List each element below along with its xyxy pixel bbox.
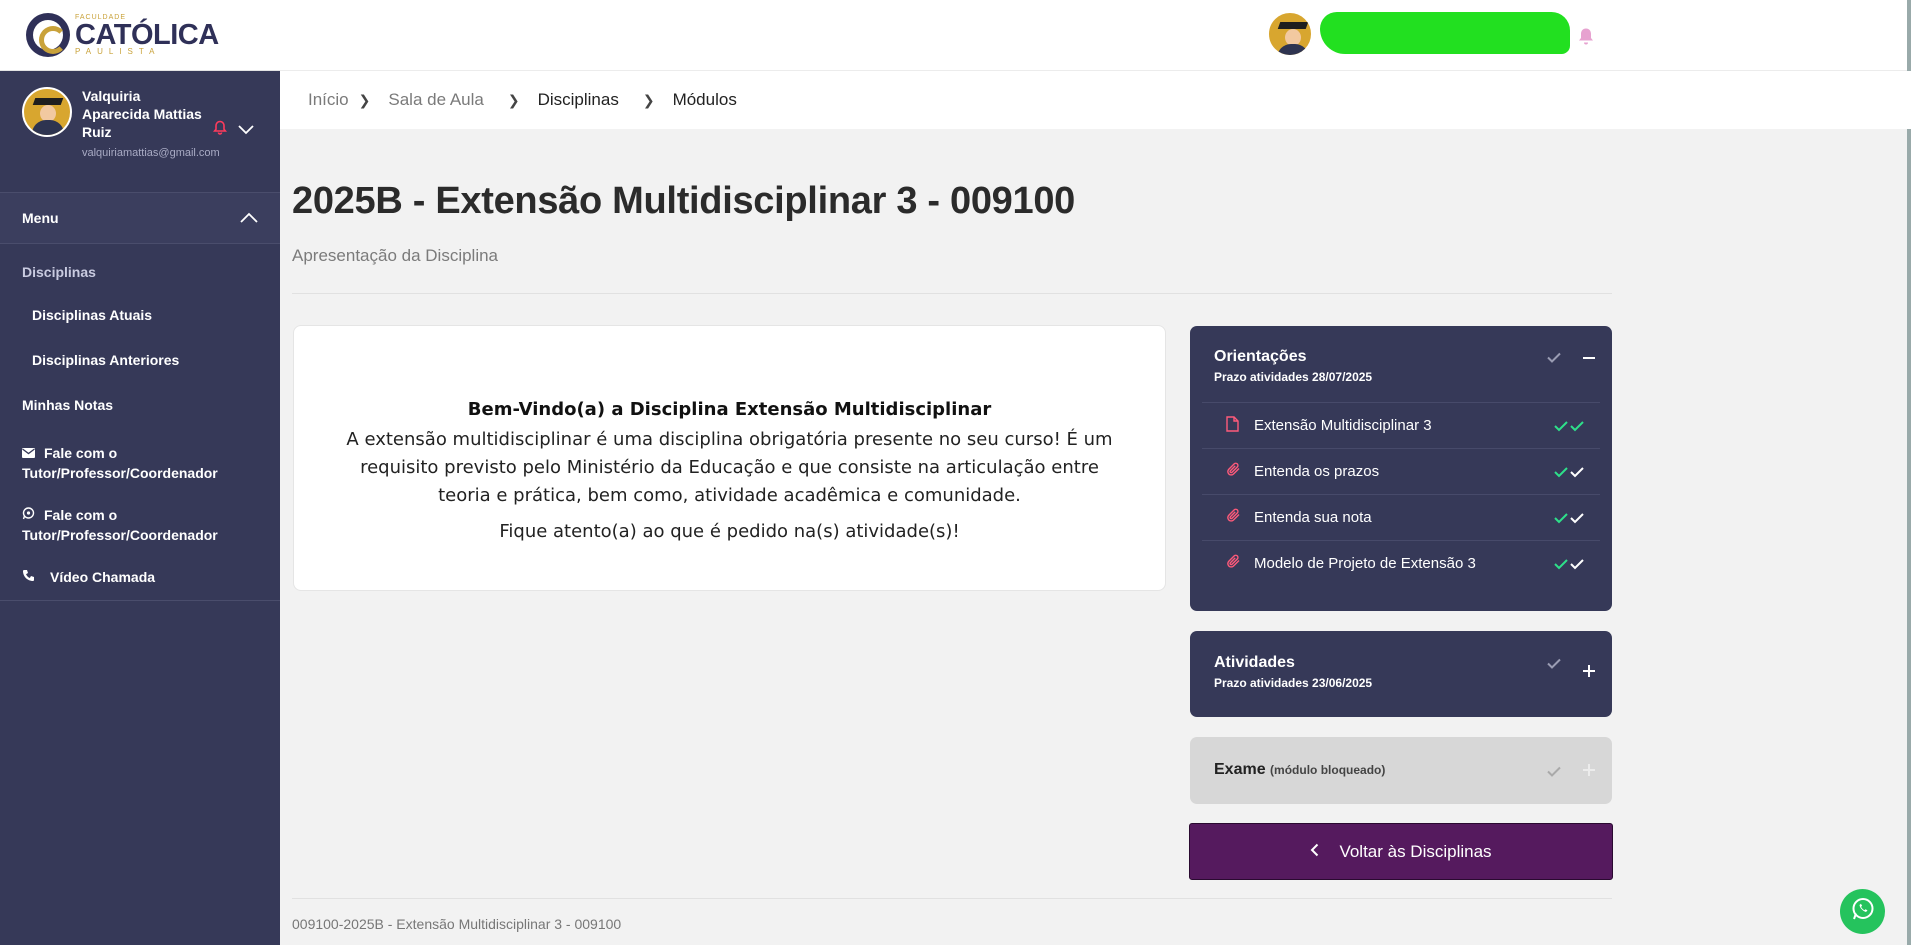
double-check-icon: [1554, 420, 1586, 432]
sidebar-item-minhas-notas[interactable]: Minhas Notas: [0, 395, 280, 415]
chevron-right-icon: ❯: [507, 91, 520, 108]
sidebar-item-label: Disciplinas Anteriores: [32, 352, 180, 368]
breadcrumb: Início ❯ Sala de Aula ❯ Disciplinas ❯ Mó…: [280, 71, 1911, 129]
paperclip-icon: [1226, 508, 1242, 527]
file-icon: [1226, 415, 1242, 436]
collapse-minus-icon[interactable]: [1582, 351, 1596, 370]
module-item[interactable]: Entenda os prazos: [1202, 448, 1600, 494]
footer-divider: [292, 898, 1612, 899]
welcome-note: Fique atento(a) ao que é pedido na(s) at…: [499, 521, 960, 542]
footer-text: 009100-2025B - Extensão Multidisciplinar…: [292, 916, 622, 932]
user-name: Valquiria Aparecida Mattias Ruiz: [82, 88, 202, 140]
notification-bell-icon[interactable]: [1577, 27, 1595, 51]
check-icon: [1547, 764, 1561, 782]
logo-mark-icon: [26, 13, 70, 57]
check-icon: [1547, 350, 1561, 368]
logo-main-text: CATÓLICA: [75, 19, 219, 51]
module-title: Exame: [1214, 761, 1266, 778]
module-due: Prazo atividades 28/07/2025: [1214, 370, 1373, 384]
envelope-icon: [22, 443, 36, 463]
module-orientacoes: Orientações Prazo atividades 28/07/2025 …: [1190, 326, 1612, 611]
sidebar-item-fale-whatsapp[interactable]: Fale com o Tutor/Professor/Coordenador: [0, 505, 280, 545]
chevron-right-icon: ❯: [642, 91, 655, 108]
phone-icon: [22, 567, 36, 587]
welcome-body: A extensão multidisciplinar é uma discip…: [346, 429, 1113, 506]
back-button-label: Voltar às Disciplinas: [1339, 841, 1492, 861]
expand-plus-icon[interactable]: [1582, 664, 1596, 683]
module-item-label: Modelo de Projeto de Extensão 3: [1254, 555, 1476, 572]
back-to-disciplinas-button[interactable]: Voltar às Disciplinas: [1189, 823, 1613, 880]
chevron-right-icon: ❯: [358, 91, 371, 108]
redacted-user-name: [1320, 12, 1570, 54]
module-orientacoes-header[interactable]: Orientações Prazo atividades 28/07/2025: [1190, 326, 1612, 384]
expand-plus-icon: [1582, 763, 1596, 782]
breadcrumb-disciplinas[interactable]: Disciplinas: [538, 90, 619, 110]
sidebar-item-label: Disciplinas Atuais: [32, 307, 153, 323]
divider: [292, 293, 1612, 294]
page-title: 2025B - Extensão Multidisciplinar 3 - 00…: [292, 180, 1076, 222]
module-item[interactable]: Entenda sua nota: [1202, 494, 1600, 540]
top-bar: [280, 0, 1911, 71]
whatsapp-icon: [1850, 896, 1876, 927]
double-check-icon: [1554, 512, 1586, 524]
double-check-icon: [1554, 558, 1586, 570]
top-avatar[interactable]: [1267, 11, 1313, 57]
menu-toggle[interactable]: Menu: [0, 192, 280, 244]
module-item[interactable]: Extensão Multidisciplinar 3: [1202, 402, 1600, 448]
module-locked-status: (módulo bloqueado): [1270, 763, 1386, 777]
menu-label: Menu: [22, 210, 59, 226]
user-email: valquiriamattias@gmail.com: [82, 147, 220, 159]
module-due: Prazo atividades 23/06/2025: [1214, 676, 1373, 690]
paperclip-icon: [1226, 554, 1242, 573]
whatsapp-icon: [22, 505, 36, 525]
double-check-icon: [1554, 466, 1586, 478]
sidebar: FACULDADE CATÓLICA PAULISTA Valquiria Ap…: [0, 0, 280, 945]
module-atividades[interactable]: Atividades Prazo atividades 23/06/2025: [1190, 631, 1612, 717]
sidebar-item-label: Fale com o Tutor/Professor/Coordenador: [22, 507, 218, 543]
chevron-left-icon: [1310, 842, 1319, 862]
module-exame: Exame (módulo bloqueado): [1190, 737, 1612, 804]
module-item[interactable]: Modelo de Projeto de Extensão 3: [1202, 540, 1600, 586]
profile-chevron-down-icon[interactable]: [238, 122, 254, 140]
notification-bell-icon[interactable]: [212, 120, 228, 140]
sidebar-item-disciplinas-atuais[interactable]: Disciplinas Atuais: [0, 305, 280, 325]
avatar: [22, 87, 72, 137]
chevron-up-icon: [240, 210, 258, 226]
module-item-label: Entenda sua nota: [1254, 509, 1372, 526]
sidebar-item-label: Minhas Notas: [22, 397, 114, 413]
sidebar-section-disciplinas: Disciplinas: [22, 264, 96, 280]
breadcrumb-inicio[interactable]: Início: [308, 90, 349, 110]
breadcrumb-modulos: Módulos: [672, 90, 737, 109]
sidebar-item-label: Vídeo Chamada: [50, 569, 156, 585]
sidebar-item-disciplinas-anteriores[interactable]: Disciplinas Anteriores: [0, 350, 280, 370]
check-icon: [1547, 656, 1561, 674]
module-title: Atividades: [1214, 654, 1295, 671]
sidebar-item-video-chamada[interactable]: Vídeo Chamada: [0, 567, 280, 601]
module-item-label: Entenda os prazos: [1254, 463, 1380, 480]
paperclip-icon: [1226, 462, 1242, 481]
scrollbar[interactable]: [1907, 0, 1911, 945]
welcome-heading: Bem-Vindo(a) a Disciplina Extensão Multi…: [467, 399, 992, 420]
page-subtitle: Apresentação da Disciplina: [292, 246, 499, 265]
module-title: Orientações: [1214, 348, 1307, 365]
module-item-label: Extensão Multidisciplinar 3: [1254, 417, 1432, 434]
sidebar-item-fale-email[interactable]: Fale com o Tutor/Professor/Coordenador: [0, 440, 280, 483]
sidebar-item-label: Fale com o Tutor/Professor/Coordenador: [22, 445, 218, 481]
logo[interactable]: FACULDADE CATÓLICA PAULISTA: [0, 0, 280, 71]
whatsapp-button[interactable]: [1840, 889, 1885, 934]
welcome-card: Bem-Vindo(a) a Disciplina Extensão Multi…: [293, 325, 1166, 591]
breadcrumb-sala-de-aula[interactable]: Sala de Aula: [388, 90, 483, 110]
